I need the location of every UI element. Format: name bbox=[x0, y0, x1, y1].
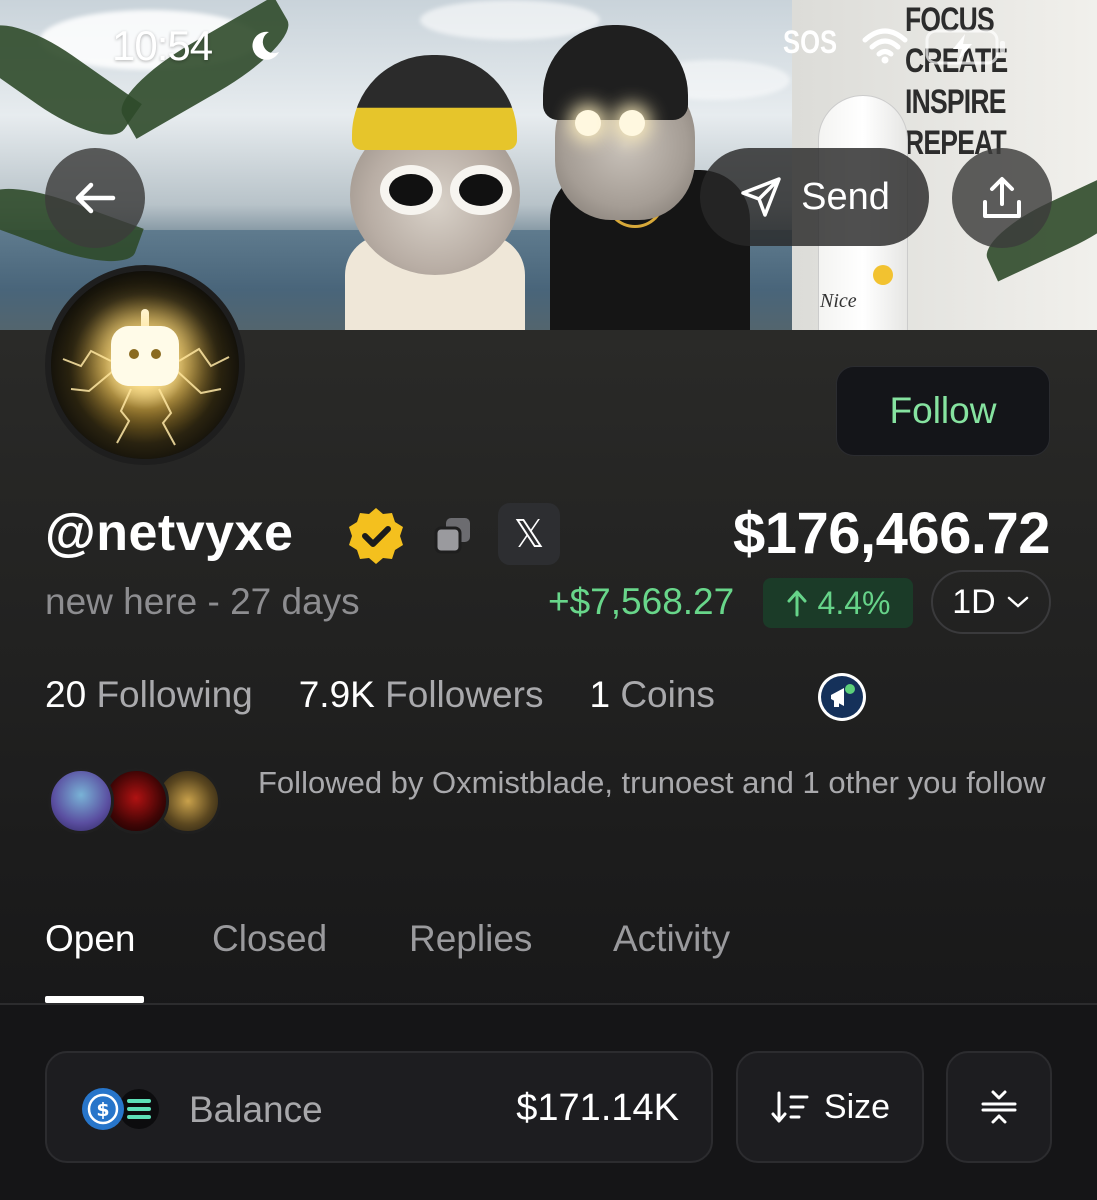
sort-size-button[interactable]: Size bbox=[736, 1051, 924, 1163]
active-tab-indicator bbox=[45, 996, 144, 1003]
followers-label: Followers bbox=[385, 674, 544, 715]
banner-character-cap bbox=[352, 55, 517, 150]
pnl-percent-badge: 4.4% bbox=[763, 578, 913, 628]
coins-stat[interactable]: 1 Coins bbox=[589, 674, 714, 716]
x-link-button[interactable]: 𝕏 bbox=[498, 503, 560, 565]
banner-wall-text: FOCUS CREATE INSPIRE REPEAT bbox=[905, 1, 1008, 162]
username: @netvyxe bbox=[45, 504, 294, 562]
sort-label: Size bbox=[823, 1087, 891, 1126]
account-age: new here - 27 days bbox=[45, 581, 360, 622]
coin-badge-button[interactable] bbox=[818, 673, 866, 721]
wifi-icon bbox=[862, 28, 908, 64]
pnl-percent: 4.4% bbox=[817, 584, 891, 621]
send-button[interactable]: Send bbox=[700, 148, 929, 246]
verified-badge-icon bbox=[349, 508, 403, 564]
followers-stat[interactable]: 7.9K Followers bbox=[299, 674, 544, 716]
arrow-up-icon bbox=[787, 590, 807, 617]
banner-character-eye bbox=[619, 110, 645, 136]
followed-by-text[interactable]: Followed by Oxmistblade, trunoest and 1 … bbox=[258, 760, 1058, 806]
status-time: 10:54 bbox=[112, 22, 213, 69]
banner-character-glasses bbox=[380, 165, 520, 215]
copy-icon[interactable] bbox=[432, 514, 474, 556]
robot-eye bbox=[151, 349, 161, 359]
send-icon bbox=[741, 177, 781, 217]
profile-avatar[interactable] bbox=[45, 265, 245, 465]
following-label: Following bbox=[96, 674, 253, 715]
banner-character-eye bbox=[575, 110, 601, 136]
pnl-value: +$7,568.27 bbox=[548, 581, 735, 622]
battery-icon bbox=[925, 29, 1005, 65]
sort-icon bbox=[771, 1091, 809, 1123]
moon-icon bbox=[252, 31, 279, 60]
svg-text:$: $ bbox=[96, 1099, 109, 1121]
following-stat[interactable]: 20 Following bbox=[45, 674, 253, 716]
tab-closed[interactable]: Closed bbox=[212, 918, 327, 960]
follower-avatar[interactable] bbox=[48, 768, 114, 834]
period-label: 1D bbox=[952, 582, 996, 621]
arrow-left-icon bbox=[75, 182, 116, 214]
banner-character-beanie bbox=[543, 25, 688, 120]
megaphone-icon bbox=[821, 676, 863, 718]
status-sos: SOS bbox=[783, 24, 838, 60]
following-count: 20 bbox=[45, 674, 87, 715]
tab-activity[interactable]: Activity bbox=[613, 918, 730, 960]
tab-replies[interactable]: Replies bbox=[409, 918, 532, 960]
share-button[interactable] bbox=[952, 148, 1052, 248]
period-selector[interactable]: 1D bbox=[931, 570, 1051, 634]
collapse-icon bbox=[981, 1090, 1017, 1124]
balance-card[interactable]: $ Balance $171.14K bbox=[45, 1051, 713, 1163]
share-icon bbox=[983, 177, 1021, 218]
profile-stats: 20 Following 7.9K Followers 1 Coins bbox=[45, 674, 715, 716]
banner-cloud bbox=[420, 0, 600, 40]
chevron-down-icon bbox=[1007, 596, 1028, 608]
follow-button[interactable]: Follow bbox=[836, 366, 1050, 456]
collapse-button[interactable] bbox=[946, 1051, 1052, 1163]
banner-surfboard-text: Nice bbox=[820, 290, 857, 312]
balance-label: Balance bbox=[189, 1089, 323, 1130]
followers-count: 7.9K bbox=[298, 674, 375, 715]
usdc-solana-icon: $ bbox=[82, 1088, 159, 1130]
balance-value: $171.14K bbox=[516, 1087, 679, 1129]
back-button[interactable] bbox=[45, 148, 145, 248]
tab-open[interactable]: Open bbox=[45, 918, 136, 960]
x-icon: 𝕏 bbox=[513, 512, 545, 556]
coins-count: 1 bbox=[589, 674, 611, 715]
banner-smiley bbox=[873, 265, 893, 285]
coins-label: Coins bbox=[620, 674, 715, 715]
robot-icon bbox=[111, 326, 179, 386]
send-label: Send bbox=[801, 175, 890, 218]
robot-eye bbox=[129, 349, 139, 359]
portfolio-value: $176,466.72 bbox=[732, 501, 1051, 566]
